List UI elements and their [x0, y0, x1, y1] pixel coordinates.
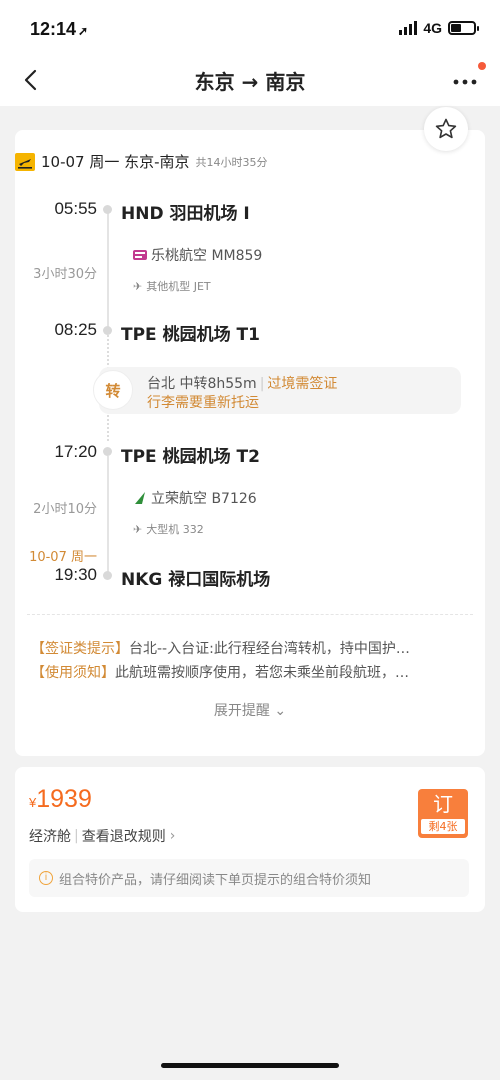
- expand-label: 展开提醒: [213, 703, 270, 719]
- star-icon: [435, 118, 457, 139]
- airline-info: 乐桃航空 MM859: [133, 245, 262, 265]
- cabin-info: 经济舱 | 查看退改规则 ›: [29, 826, 176, 846]
- arrival-date: 10-07 周一: [29, 550, 97, 565]
- airline-info: 立荣航空 B7126: [133, 488, 257, 508]
- info-icon: i: [39, 871, 53, 885]
- battery-icon: [448, 21, 479, 35]
- chevron-down-icon: ⌄: [274, 703, 287, 719]
- flight-date-route: 10-07 周一 东京-南京: [41, 153, 190, 171]
- airline-flight: 乐桃航空 MM859: [151, 248, 263, 264]
- timeline-line: [107, 456, 109, 572]
- network-label: 4G: [423, 20, 442, 36]
- location-arrow-icon: ➚: [78, 24, 89, 38]
- flight-card: 10-07 周一 东京-南京 共14小时35分 05:55 HND 羽田机场 I…: [15, 130, 485, 756]
- flight-summary: 10-07 周一 东京-南京 共14小时35分: [15, 151, 268, 172]
- transfer-details: 台北 中转8h55m | 过境需签证: [147, 376, 338, 392]
- price-amount: 1939: [36, 785, 92, 813]
- timeline-dot: [103, 447, 112, 456]
- status-bar: 12:14 ➚ 4G: [0, 0, 500, 56]
- timeline-dot: [103, 205, 112, 214]
- home-indicator: [161, 1063, 339, 1068]
- visa-notice[interactable]: 【签证类提示】台北--入台证:此行程经台湾转机，持中国护…: [31, 638, 461, 658]
- aircraft-type: 其他机型 JET: [146, 280, 211, 293]
- more-options-icon[interactable]: [452, 68, 478, 92]
- arrival-time: 19:30: [54, 565, 97, 584]
- notification-dot: [478, 62, 486, 70]
- divider: [27, 614, 473, 615]
- arrival-airport: TPE 桃园机场 T1: [121, 325, 260, 345]
- transfer-info: 转 台北 中转8h55m | 过境需签证 行李需要重新托运: [93, 367, 461, 414]
- aircraft-type: 大型机 332: [146, 523, 204, 536]
- peach-airline-logo-icon: [133, 250, 147, 260]
- arrival-time: 08:25: [54, 320, 97, 339]
- aircraft-info: ✈ 大型机 332: [133, 521, 204, 537]
- departure-airport: TPE 桃园机场 T2: [121, 447, 260, 467]
- status-time: 12:14 ➚: [30, 19, 89, 39]
- cabin-class: 经济舱: [29, 829, 71, 845]
- expand-reminders-button[interactable]: 展开提醒 ⌄: [15, 700, 485, 720]
- transfer-baggage: 行李需要重新托运: [147, 395, 259, 411]
- airline-flight: 立荣航空 B7126: [151, 491, 257, 507]
- departure-airport: HND 羽田机场 I: [121, 204, 250, 224]
- plane-icon: [15, 152, 35, 171]
- notice-tag: 【签证类提示】: [31, 641, 129, 657]
- timeline-line: [107, 212, 109, 330]
- aircraft-icon: ✈: [133, 279, 143, 293]
- arrival-airport: NKG 禄口国际机场: [121, 570, 271, 590]
- timeline-dot: [103, 326, 112, 335]
- status-indicators: 4G: [399, 20, 479, 36]
- nav-bar: 东京 → 南京: [0, 56, 500, 106]
- notice-text: 此航班需按顺序使用，若您未乘坐前段航班，…: [115, 665, 409, 681]
- transfer-city-duration: 台北 中转8h55m: [147, 376, 257, 392]
- price-card: ¥1939 经济舱 | 查看退改规则 › 订 剩4张 i 组合特价产品，请仔细阅…: [15, 767, 485, 912]
- transfer-visa: 过境需签证: [267, 376, 338, 392]
- book-button[interactable]: 订 剩4张: [418, 789, 468, 838]
- remaining-seats: 剩4张: [421, 819, 465, 834]
- signal-icon: [399, 21, 418, 35]
- refund-rules-link[interactable]: 查看退改规则: [82, 826, 166, 846]
- aircraft-icon: ✈: [133, 522, 143, 536]
- departure-time: 05:55: [54, 199, 97, 218]
- uni-air-logo-icon: [135, 492, 145, 504]
- notice-tag: 【使用须知】: [31, 665, 115, 681]
- timeline-dot: [103, 571, 112, 580]
- tip-text: 组合特价产品，请仔细阅读下单页提示的组合特价须知: [59, 872, 372, 888]
- flight-total-duration: 共14小时35分: [195, 155, 268, 169]
- flight-duration: 3小时30分: [33, 267, 97, 282]
- aircraft-info: ✈ 其他机型 JET: [133, 278, 211, 294]
- favorite-button[interactable]: [424, 107, 468, 151]
- combo-tip: i 组合特价产品，请仔细阅读下单页提示的组合特价须知: [29, 859, 469, 897]
- usage-notice[interactable]: 【使用须知】此航班需按顺序使用，若您未乘坐前段航班，…: [31, 662, 461, 682]
- flight-duration: 2小时10分: [33, 502, 97, 517]
- notice-text: 台北--入台证:此行程经台湾转机，持中国护…: [129, 641, 410, 657]
- battery-level: [451, 24, 461, 32]
- page-title: 东京 → 南京: [194, 70, 306, 94]
- price: ¥1939: [29, 785, 92, 814]
- departure-time: 17:20: [54, 442, 97, 461]
- transfer-badge: 转: [93, 370, 133, 410]
- chevron-right-icon: ›: [169, 828, 176, 844]
- book-label: 订: [433, 792, 453, 816]
